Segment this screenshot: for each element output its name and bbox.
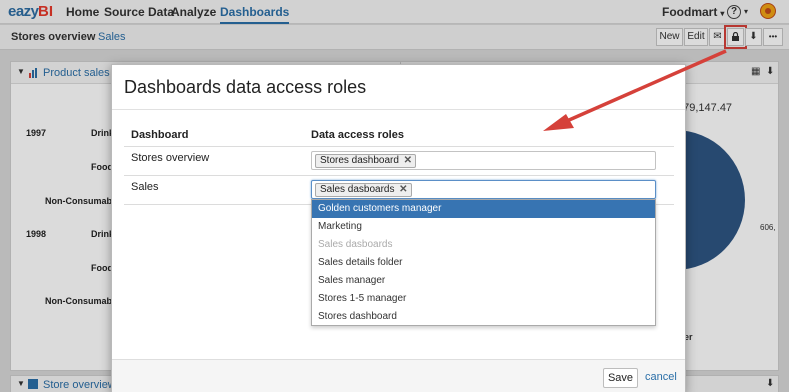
dropdown-option[interactable]: Sales details folder <box>312 254 655 272</box>
column-header-dashboard: Dashboard <box>131 129 189 141</box>
role-tag-label: Stores dashboard <box>320 155 399 166</box>
column-header-roles: Data access roles <box>311 129 404 141</box>
dropdown-option[interactable]: Sales manager <box>312 272 655 290</box>
dropdown-option: Sales dasboards <box>318 239 393 250</box>
roles-input[interactable]: Sales dasboards ✕ <box>311 180 656 199</box>
save-button[interactable]: Save <box>603 368 638 388</box>
role-tag-label: Sales dasboards <box>320 184 395 195</box>
dialog-title: Dashboards data access roles <box>124 77 367 97</box>
divider <box>124 175 674 176</box>
dialog-footer: Save cancel <box>112 359 685 392</box>
cancel-link[interactable]: cancel <box>645 371 677 383</box>
dashboard-name: Stores overview <box>131 152 210 164</box>
data-access-roles-dialog: Dashboards data access roles Dashboard D… <box>111 64 686 392</box>
dropdown-option[interactable]: Stores dashboard <box>312 308 655 326</box>
close-icon[interactable]: ✕ <box>399 184 407 196</box>
divider <box>124 146 674 147</box>
role-tag: Stores dashboard ✕ <box>315 154 416 168</box>
dashboard-name: Sales <box>131 181 159 193</box>
close-icon[interactable]: ✕ <box>404 155 412 167</box>
role-tag: Sales dasboards ✕ <box>315 183 412 197</box>
divider <box>112 109 685 110</box>
dropdown-option[interactable]: Golden customers manager <box>312 200 655 218</box>
dropdown-option[interactable]: Stores 1-5 manager <box>312 290 655 308</box>
roles-dropdown: Golden customers manager Marketing Sales… <box>311 199 656 326</box>
roles-input[interactable]: Stores dashboard ✕ <box>311 151 656 170</box>
dropdown-option[interactable]: Marketing <box>312 218 655 236</box>
